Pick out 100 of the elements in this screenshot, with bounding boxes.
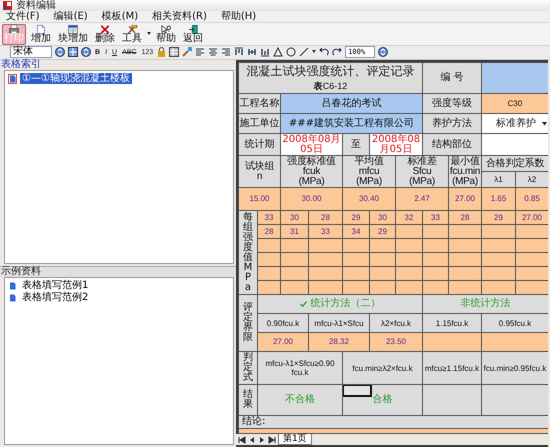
- circle-icon[interactable]: [286, 47, 296, 57]
- triangle-icon[interactable]: [273, 47, 284, 57]
- table-cell: fcu.min≥0.95fcu.k: [482, 352, 548, 384]
- table-icon[interactable]: [169, 47, 180, 57]
- table-cell: [482, 385, 548, 415]
- table-cell: [482, 239, 515, 252]
- field-label: 统计期: [239, 134, 280, 155]
- font-field[interactable]: 宋体: [10, 46, 52, 58]
- menu-item[interactable]: 文件(F): [6, 11, 40, 22]
- align-left-icon[interactable]: [195, 47, 206, 57]
- table-cell: [516, 225, 548, 238]
- row-label: 判定式: [243, 353, 253, 383]
- field-label: 养护方法: [423, 114, 481, 133]
- last-page-icon[interactable]: [268, 436, 276, 444]
- align-bottom-icon[interactable]: [260, 47, 270, 57]
- table-cell: [343, 239, 369, 252]
- table-cell: [516, 253, 548, 266]
- sheet-tab[interactable]: 第1页: [278, 434, 312, 445]
- table-cell: [370, 253, 395, 266]
- table-cell: [516, 281, 548, 294]
- column-header: 标准差 Sfcu (MPa): [396, 156, 448, 187]
- table-cell: [449, 253, 481, 266]
- align-right-icon[interactable]: [221, 47, 232, 57]
- table-cell: [396, 281, 422, 294]
- align-top-icon[interactable]: [234, 47, 244, 57]
- menu-item[interactable]: 模板(M): [102, 11, 138, 22]
- line-icon[interactable]: [299, 47, 310, 57]
- lock-icon[interactable]: [157, 47, 166, 57]
- table-cell: [281, 281, 308, 294]
- column-header: 试块组 n: [239, 156, 280, 187]
- toolbar-button[interactable]: 返回: [181, 24, 205, 44]
- column-header: 合格判定系数: [482, 156, 548, 171]
- table-cell: [423, 225, 448, 238]
- undo-icon[interactable]: [319, 47, 330, 57]
- table-cell: [482, 225, 515, 238]
- form-code: 表C6-12: [314, 81, 348, 91]
- tree-item[interactable]: ①—①轴现浇混凝土楼板: [20, 73, 132, 84]
- window-title: 资料编辑: [16, 0, 56, 11]
- conclusion-label: 结论:: [239, 416, 548, 428]
- menu-item[interactable]: 编辑(E): [54, 11, 88, 22]
- table-cell: [309, 239, 342, 252]
- table-cell: 32: [396, 211, 422, 224]
- brush-icon[interactable]: [182, 47, 192, 57]
- column-header: λ2: [516, 172, 548, 187]
- panel-title: 示例资料: [0, 266, 236, 277]
- grid-icon[interactable]: [68, 47, 78, 57]
- align-center-icon[interactable]: [208, 47, 218, 57]
- table-cell: 不合格: [258, 385, 342, 415]
- check-icon: [300, 301, 306, 307]
- table-cell: λ2×fcu.k: [370, 314, 422, 332]
- table-cell: [423, 281, 448, 294]
- table-cell: [396, 239, 422, 252]
- toolbar-button[interactable]: 工具: [120, 24, 144, 44]
- spin-icon[interactable]: [81, 47, 91, 57]
- toolbar-button[interactable]: 删除: [93, 24, 117, 44]
- table-cell: [423, 333, 481, 351]
- field-label: 编 号: [423, 63, 481, 93]
- table-cell: [370, 267, 395, 280]
- table-cell: 33: [423, 211, 448, 224]
- toolbar-button[interactable]: 帮助: [154, 24, 178, 44]
- table-cell: [281, 267, 308, 280]
- table-cell: [482, 267, 515, 280]
- toolbar-button[interactable]: 块增加: [56, 24, 90, 44]
- redo-icon[interactable]: [332, 47, 342, 57]
- location-field: [482, 134, 548, 155]
- table-cell: [396, 253, 422, 266]
- menu-item[interactable]: 相关资料(R): [152, 11, 207, 22]
- table-cell: [258, 239, 280, 252]
- dropdown-arrow-icon: [542, 122, 547, 126]
- table-cell: 31: [281, 225, 308, 238]
- menu-item[interactable]: 帮助(H): [220, 11, 256, 22]
- table-cell: 29: [482, 211, 515, 224]
- table-cell: 29: [343, 211, 369, 224]
- spin-icon[interactable]: [55, 47, 65, 57]
- table-cell: fcu.min≥λ2×fcu.k: [343, 352, 422, 384]
- table-cell: [343, 267, 369, 280]
- table-cell: [309, 281, 342, 294]
- table-cell: 30.00: [281, 188, 342, 210]
- spin-icon[interactable]: [378, 47, 388, 57]
- caret-icon[interactable]: [147, 32, 151, 36]
- table-cell: 合格: [343, 385, 422, 415]
- tree-item[interactable]: 表格填写范例2: [20, 292, 90, 303]
- table-cell: 33: [309, 225, 342, 238]
- column-header: 平均值 mfcu (MPa): [343, 156, 395, 187]
- toolbar-button[interactable]: 增加: [29, 24, 53, 44]
- tree-item[interactable]: 表格填写范例1: [20, 280, 90, 291]
- table-cell: 27.00: [516, 211, 548, 224]
- table-cell: 33: [258, 211, 280, 224]
- table-cell: 30: [370, 211, 395, 224]
- table-cell: mfcu-λ1×Sfcu≥0.90 fcu.k: [258, 352, 342, 384]
- dropdown-field[interactable]: 标准养护: [482, 114, 548, 133]
- table-cell: [343, 253, 369, 266]
- field-value: 吕春花的考试: [281, 94, 422, 113]
- column-header: 最小值 fcu.min (MPa): [449, 156, 481, 187]
- tools-icon: [125, 24, 139, 34]
- first-page-icon[interactable]: [238, 436, 246, 444]
- caret-icon[interactable]: [312, 50, 316, 54]
- table-cell: 0.90fcu.k: [258, 314, 308, 332]
- align-middle-icon[interactable]: [247, 47, 258, 57]
- table-cell: [281, 253, 308, 266]
